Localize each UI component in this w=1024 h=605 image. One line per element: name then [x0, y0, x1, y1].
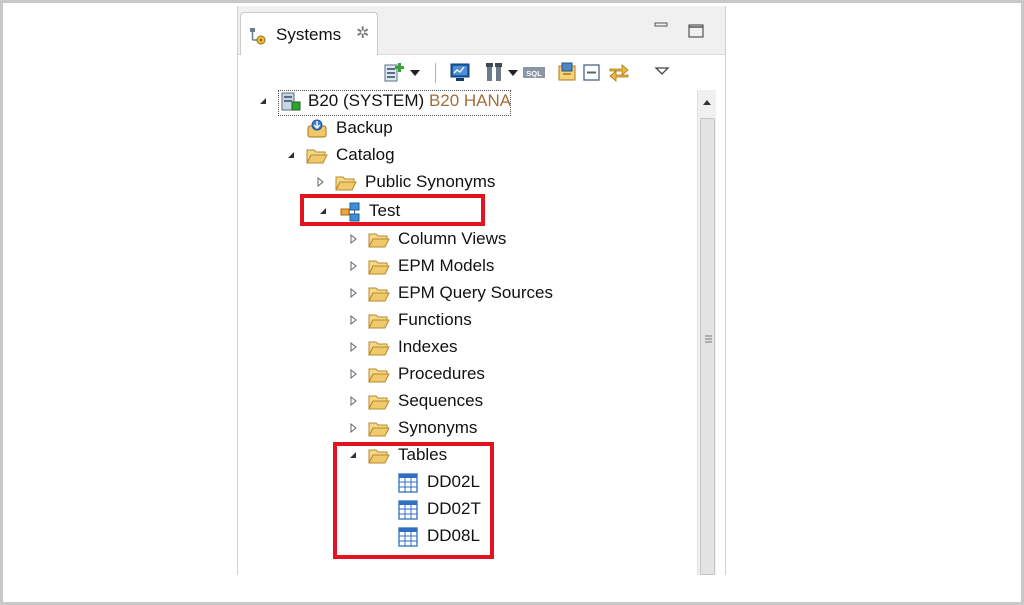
collapsed-arrow-icon[interactable] — [348, 315, 358, 325]
tree-node-label: EPM Query Sources — [398, 283, 553, 302]
close-icon[interactable]: ✲ — [356, 23, 369, 43]
expanded-arrow-icon[interactable] — [286, 150, 296, 160]
highlight-tables-folder — [333, 442, 494, 559]
tree-node-label: Column Views — [398, 229, 507, 248]
tree-node-label: Backup — [336, 118, 393, 137]
collapsed-arrow-icon[interactable] — [348, 423, 358, 433]
tree-node-public-synonyms[interactable]: Public Synonyms — [238, 171, 538, 195]
collapsed-arrow-icon[interactable] — [348, 396, 358, 406]
tree-node-system[interactable]: B20 (SYSTEM) B20 HANA — [238, 90, 518, 116]
tree-node-label: Procedures — [398, 364, 485, 383]
tab-label: Systems — [276, 25, 342, 44]
folder-open-icon — [335, 176, 357, 191]
import-icon[interactable] — [556, 61, 578, 83]
folder-open-icon — [368, 260, 390, 275]
tree-node-functions[interactable]: Functions — [238, 309, 538, 333]
folder-open-icon — [368, 314, 390, 329]
scroll-up-arrow-icon[interactable] — [698, 94, 716, 110]
tree-node-backup[interactable]: Backup — [238, 117, 518, 141]
highlight-test-schema — [300, 194, 485, 226]
expanded-arrow-icon[interactable] — [258, 96, 268, 106]
backup-icon — [307, 119, 327, 138]
tree-node-indexes[interactable]: Indexes — [238, 336, 538, 360]
view-toolbar: SQL — [378, 58, 718, 86]
collapsed-arrow-icon[interactable] — [348, 234, 358, 244]
folder-open-icon — [368, 422, 390, 437]
folder-open-icon — [368, 395, 390, 410]
scrollbar-thumb[interactable] — [700, 118, 715, 575]
sql-console-icon[interactable]: SQL — [522, 61, 546, 83]
tree-node-label: Functions — [398, 310, 472, 329]
tree-node-label: Sequences — [398, 391, 484, 410]
monitor-icon[interactable] — [449, 61, 471, 83]
collapse-all-icon[interactable] — [581, 61, 603, 83]
maximize-icon[interactable] — [688, 24, 704, 38]
dropdown-arrow-icon[interactable] — [408, 61, 422, 83]
tab-systems[interactable]: Systems ✲ — [240, 12, 378, 55]
vertical-scrollbar[interactable] — [697, 90, 716, 575]
tree-node-epm-models[interactable]: EPM Models — [238, 255, 538, 279]
link-with-editor-icon[interactable] — [608, 61, 630, 83]
folder-open-icon — [306, 149, 328, 164]
view-menu-icon[interactable] — [653, 61, 671, 83]
tree-node-label: EPM Models — [398, 256, 495, 275]
system-description: B20 HANA — [428, 91, 512, 110]
scroll-grip-icon — [705, 335, 712, 343]
tree-node-epm-query-sources[interactable]: EPM Query Sources — [238, 282, 558, 306]
systems-view-icon — [250, 28, 266, 45]
tree-node-label: Indexes — [398, 337, 458, 356]
minimize-icon[interactable] — [654, 18, 668, 32]
collapsed-arrow-icon[interactable] — [315, 177, 325, 187]
tree-node-label: Catalog — [336, 145, 395, 164]
folder-open-icon — [368, 233, 390, 248]
folder-open-icon — [368, 341, 390, 356]
collapsed-arrow-icon[interactable] — [348, 288, 358, 298]
tree-node-label: Public Synonyms — [365, 172, 496, 191]
tree-node-synonyms[interactable]: Synonyms — [238, 417, 538, 441]
tree-node-procedures[interactable]: Procedures — [238, 363, 538, 387]
folder-open-icon — [368, 368, 390, 383]
add-system-icon[interactable] — [383, 61, 405, 83]
tree-node-column-views[interactable]: Column Views — [238, 228, 538, 252]
tree-node-catalog[interactable]: Catalog — [238, 144, 518, 168]
svg-text:SQL: SQL — [526, 69, 542, 78]
collapsed-arrow-icon[interactable] — [348, 261, 358, 271]
collapsed-arrow-icon[interactable] — [348, 369, 358, 379]
collapsed-arrow-icon[interactable] — [348, 342, 358, 352]
dropdown-arrow-icon[interactable] — [506, 61, 520, 83]
tree-node-label: B20 (SYSTEM) B20 HANA — [308, 91, 512, 110]
folder-open-icon — [368, 287, 390, 302]
hana-system-icon — [281, 92, 301, 111]
tools-icon[interactable] — [483, 61, 505, 83]
tree-node-label: Synonyms — [398, 418, 478, 437]
view-tab-bar: Systems ✲ — [238, 6, 725, 55]
tree-node-sequences[interactable]: Sequences — [238, 390, 538, 414]
toolbar-separator — [435, 63, 436, 83]
